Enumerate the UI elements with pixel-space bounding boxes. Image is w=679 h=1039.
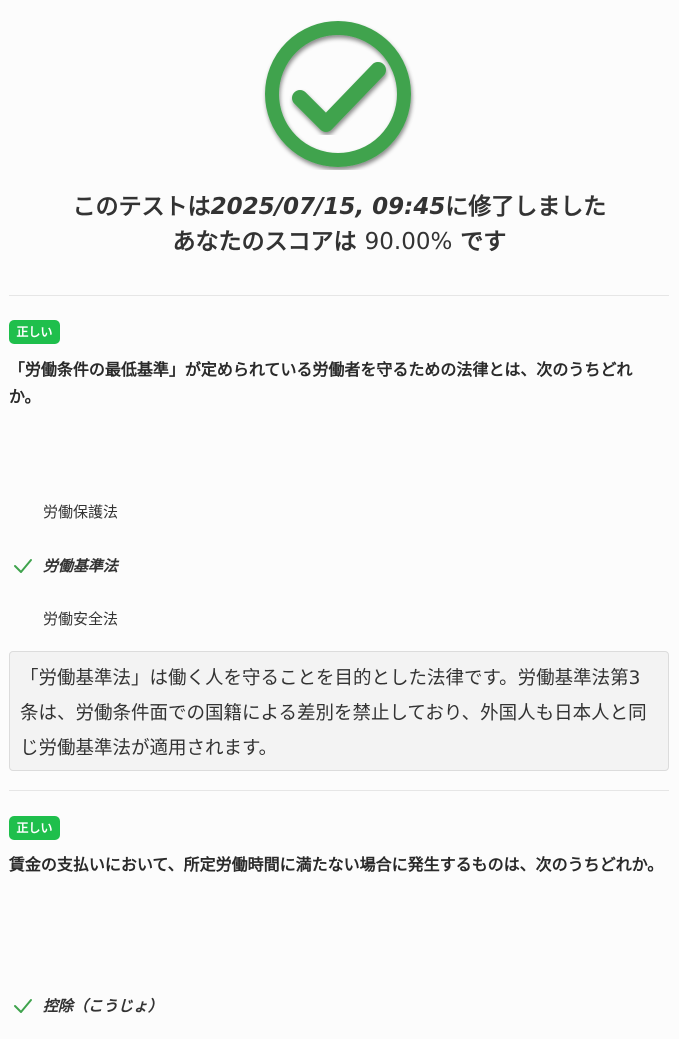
answer-option-selected[interactable]: 控除（こうじょ） — [0, 993, 679, 1019]
score-value: 90.00% — [364, 229, 453, 255]
question-text: 「労働条件の最低基準」が定められている労働者を守るための法律とは、次のうちどれか… — [9, 360, 633, 406]
divider — [9, 295, 669, 296]
result-header: このテストは2025/07/15, 09:45に修了しました あなたのスコアは … — [0, 0, 679, 270]
score-prefix: あなたのスコアは — [172, 229, 365, 255]
answer-option-label: 控除（こうじょ） — [43, 997, 164, 1015]
check-icon — [14, 999, 32, 1013]
answer-option-label: 労働安全法 — [43, 610, 119, 628]
answer-option-selected[interactable]: 労働基準法 — [0, 553, 679, 579]
completion-message: このテストは2025/07/15, 09:45に修了しました — [0, 190, 679, 224]
answer-option[interactable]: 労働保護法 — [0, 499, 679, 525]
status-badge: 正しい — [9, 816, 60, 840]
score-message: あなたのスコアは 90.00% です — [0, 225, 679, 259]
check-icon — [14, 559, 32, 573]
status-badge: 正しい — [9, 320, 60, 344]
answer-option-label: 労働保護法 — [43, 503, 119, 521]
completion-suffix: に修了しました — [445, 194, 607, 220]
answer-option[interactable]: 労働安全法 — [0, 606, 679, 632]
check-circle-icon — [265, 21, 411, 167]
completion-prefix: このテストは — [72, 194, 211, 220]
explanation-box: 「労働基準法」は働く人を守ることを目的とした法律です。労働基準法第3条は、労働条… — [9, 651, 669, 771]
answer-option-label: 労働基準法 — [43, 557, 119, 575]
divider — [9, 790, 669, 791]
completion-date: 2025/07/15, 09:45 — [210, 194, 446, 220]
score-suffix: です — [452, 229, 507, 255]
question-text: 賃金の支払いにおいて、所定労働時間に満たない場合に発生するものは、次のうちどれか… — [9, 855, 664, 874]
